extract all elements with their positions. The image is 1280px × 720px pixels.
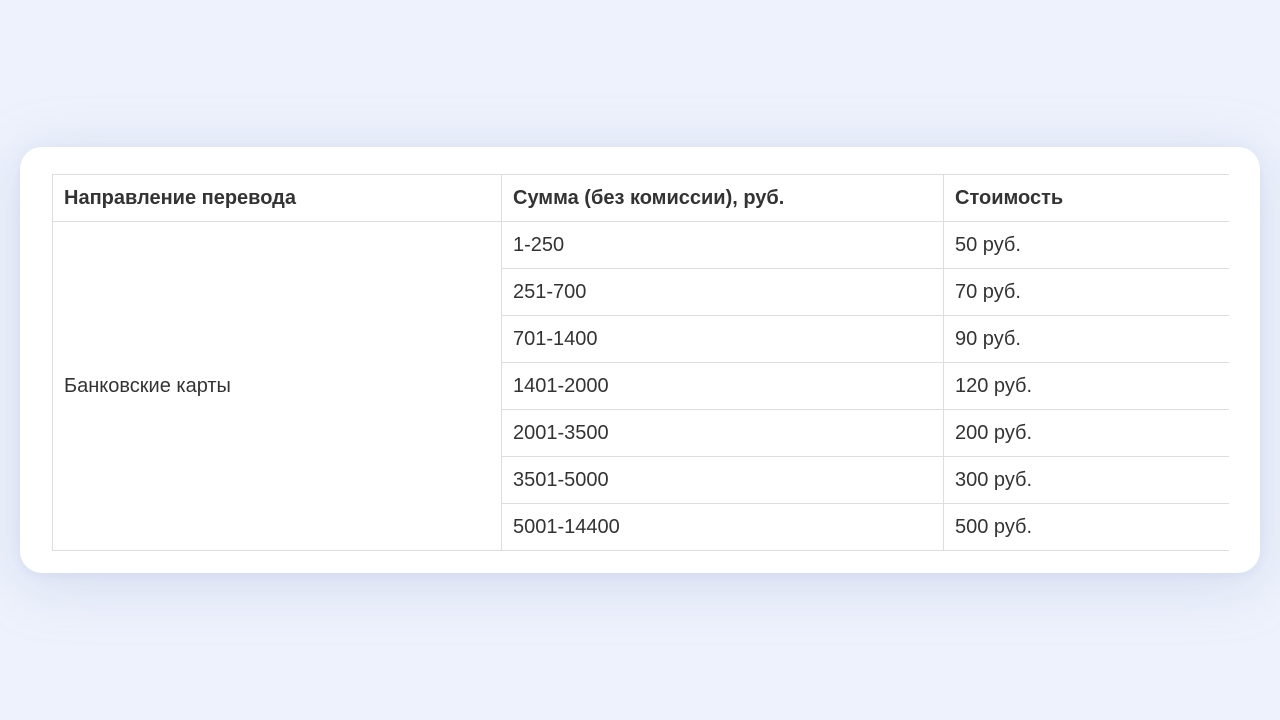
amount-cell: 701-1400 [501, 315, 944, 363]
amount-cell: 1401-2000 [501, 362, 944, 410]
cost-cell: 300 руб. [943, 456, 1229, 504]
amount-cell: 3501-5000 [501, 456, 944, 504]
direction-cell: Банковские карты [52, 221, 502, 551]
cost-cell: 120 руб. [943, 362, 1229, 410]
cost-cell: 50 руб. [943, 221, 1229, 269]
cost-cell: 70 руб. [943, 268, 1229, 316]
tariff-card: Направление перевода Сумма (без комиссии… [20, 147, 1260, 573]
header-amount: Сумма (без комиссии), руб. [501, 174, 944, 222]
amount-cell: 2001-3500 [501, 409, 944, 457]
amount-cell: 5001-14400 [501, 503, 944, 551]
table-row: Банковские карты 1-250 50 руб. [52, 221, 1229, 551]
tariff-table-container: Направление перевода Сумма (без комиссии… [52, 174, 1229, 551]
table-header-row: Направление перевода Сумма (без комиссии… [52, 174, 1229, 222]
tariff-table: Направление перевода Сумма (без комиссии… [52, 174, 1229, 551]
amount-cell: 251-700 [501, 268, 944, 316]
cost-cell: 500 руб. [943, 503, 1229, 551]
cost-cell: 200 руб. [943, 409, 1229, 457]
cost-cell: 90 руб. [943, 315, 1229, 363]
amount-cell: 1-250 [501, 221, 944, 269]
header-direction: Направление перевода [52, 174, 502, 222]
header-cost: Стоимость [943, 174, 1229, 222]
